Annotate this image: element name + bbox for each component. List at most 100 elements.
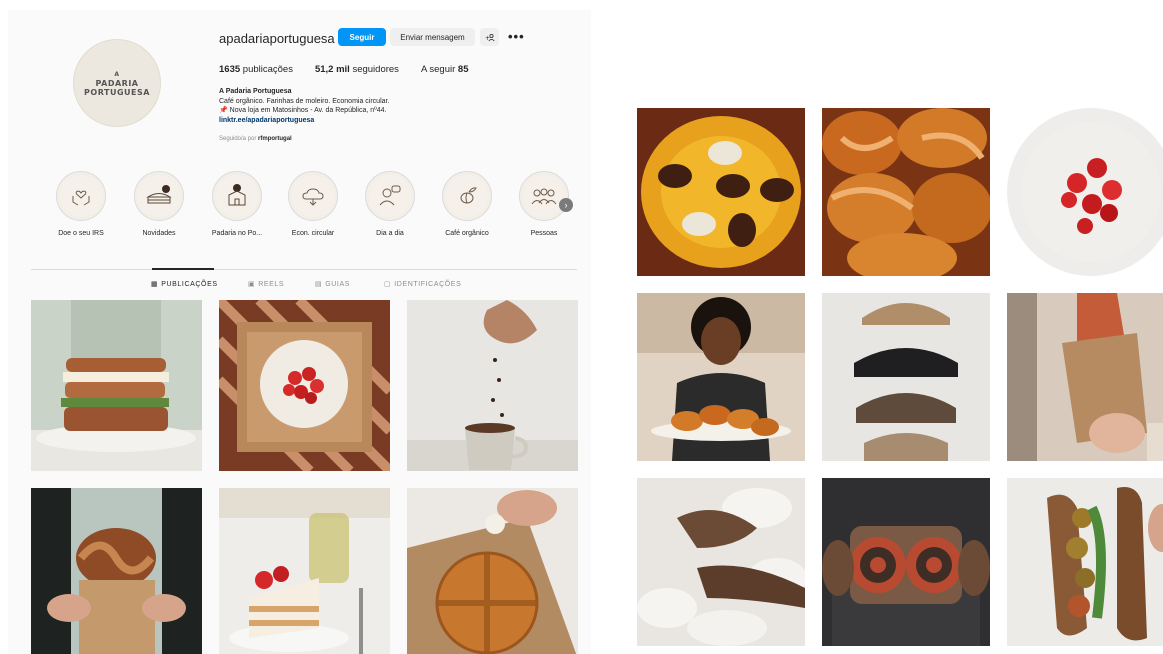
- post-image-twisted-bread: [31, 488, 202, 654]
- post-thumbnail[interactable]: [637, 293, 805, 461]
- highlight-cover: [519, 171, 569, 221]
- post-image-egg-nest: [637, 108, 805, 276]
- followed-by-prefix: Seguido/a por: [219, 136, 259, 142]
- heart-hands-icon: [72, 190, 90, 206]
- highlight-cafe-organico[interactable]: Café orgânico: [432, 171, 502, 237]
- post-thumbnail[interactable]: [822, 108, 990, 276]
- profile-avatar[interactable]: A PADARIA PORTUGUESA: [73, 39, 161, 127]
- highlight-cover: [442, 171, 492, 221]
- avatar-text-line1: A: [114, 70, 120, 78]
- post-image-strawberry-tart: [1007, 108, 1163, 276]
- people-icon: [531, 188, 557, 205]
- person-chat-icon: [379, 185, 401, 206]
- post-thumbnail[interactable]: [219, 488, 390, 654]
- suggest-accounts-button[interactable]: +: [480, 28, 499, 46]
- more-options-button[interactable]: •••: [508, 29, 525, 44]
- recycle-cloud-icon: [302, 188, 324, 206]
- tab-publicacoes[interactable]: ▦ PUBLICAÇÕES: [151, 280, 218, 289]
- reels-icon: ▣: [248, 281, 256, 288]
- tabs-divider: [31, 269, 577, 270]
- posts-stat[interactable]: 1635 publicações: [219, 64, 293, 75]
- post-image-strawberry-cake-box: [219, 300, 390, 471]
- highlight-dia-a-dia[interactable]: Dia a dia: [355, 171, 425, 237]
- post-thumbnail[interactable]: [637, 108, 805, 276]
- bio-name: A Padaria Portuguesa: [219, 88, 292, 95]
- following-count: 85: [457, 64, 469, 75]
- follow-button[interactable]: Seguir: [338, 28, 386, 46]
- followers-label: seguidores: [349, 64, 399, 75]
- post-image-bread-in-bag: [1007, 293, 1163, 461]
- highlight-label: Dia a dia: [376, 230, 404, 237]
- profile-stats: 1635 publicações 51,2 mil seguidores A s…: [219, 64, 490, 75]
- highlight-cover: [56, 171, 106, 221]
- tab-label: PUBLICAÇÕES: [161, 280, 218, 288]
- post-thumbnail[interactable]: [219, 300, 390, 471]
- post-image-bread-slices: [822, 293, 990, 461]
- tab-guias[interactable]: ▤ GUIAS: [315, 280, 351, 289]
- post-image-swirl-loaf: [822, 478, 990, 646]
- post-thumbnail[interactable]: [1007, 478, 1163, 646]
- post-image-falafel-sandwich: [1007, 478, 1163, 646]
- highlight-novidades[interactable]: Novidades: [124, 171, 194, 237]
- following-label: A seguir: [420, 64, 458, 75]
- tab-identificacoes[interactable]: ▢ IDENTIFICAÇÕES: [384, 280, 462, 289]
- post-thumbnail[interactable]: [407, 300, 578, 471]
- post-thumbnail[interactable]: [637, 478, 805, 646]
- post-image-glazed-buns: [822, 108, 990, 276]
- profile-bio: A Padaria Portuguesa Café orgânico. Fari…: [219, 87, 479, 125]
- following-stat[interactable]: A seguir 85: [421, 64, 469, 75]
- post-thumbnail[interactable]: [822, 478, 990, 646]
- post-thumbnail[interactable]: [822, 293, 990, 461]
- posts-count: 1635: [219, 64, 241, 75]
- highlight-label: Pessoas: [530, 230, 558, 237]
- highlight-label: Café orgânico: [445, 230, 489, 237]
- highlight-padaria-porto[interactable]: Padaria no Po...: [202, 171, 272, 237]
- guides-icon: ▤: [315, 281, 323, 288]
- post-image-kneading-dough: [637, 478, 805, 646]
- post-image-coffee-pour: [407, 300, 578, 471]
- highlight-doe-irs[interactable]: Doe o seu IRS: [46, 171, 116, 237]
- followers-count: 51,2 mil: [314, 64, 350, 75]
- post-thumbnail[interactable]: [1007, 108, 1163, 276]
- highlight-label: Novidades: [142, 230, 176, 237]
- tab-label: REELS: [258, 280, 285, 288]
- tagged-icon: ▢: [384, 281, 392, 288]
- highlight-cover: [288, 171, 338, 221]
- followed-by: Seguido/a por rfmportugal: [219, 136, 292, 142]
- bio-line-1: Café orgânico. Farinhas de moleiro. Econ…: [219, 97, 390, 105]
- profile-username: apadariaportuguesa: [219, 31, 335, 46]
- active-tab-indicator: [152, 268, 214, 270]
- instagram-profile-panel: A PADARIA PORTUGUESA apadariaportuguesa …: [8, 10, 591, 654]
- coffee-beans-icon: [460, 187, 477, 204]
- tab-reels[interactable]: ▣ REELS: [248, 280, 285, 289]
- bio-line-2: 📌 Nova loja em Matosinhos - Av. da Repúb…: [219, 107, 387, 114]
- highlight-label: Doe o seu IRS: [58, 230, 104, 237]
- tab-label: IDENTIFICAÇÕES: [394, 280, 462, 288]
- followed-by-user[interactable]: rfmportugal: [258, 136, 292, 142]
- post-image-round-bread: [407, 488, 578, 654]
- highlight-econ-circular[interactable]: Econ. circular: [278, 171, 348, 237]
- highlight-label: Padaria no Po...: [211, 230, 263, 237]
- post-thumbnail[interactable]: [1007, 293, 1163, 461]
- highlight-cover: [212, 171, 262, 221]
- post-image-baker-with-buns: [637, 293, 805, 461]
- post-image-cake-slice: [219, 488, 390, 654]
- highlight-cover: [365, 171, 415, 221]
- sandwich-icon: [146, 185, 172, 204]
- store-icon: [228, 184, 246, 206]
- chevron-right-icon: ›: [564, 200, 568, 210]
- avatar-text-line2: PADARIA: [95, 78, 139, 88]
- highlight-label: Econ. circular: [291, 230, 335, 237]
- post-thumbnail[interactable]: [31, 300, 202, 471]
- posts-label: publicações: [240, 64, 293, 75]
- highlights-next-button[interactable]: ›: [559, 198, 573, 212]
- post-thumbnail[interactable]: [31, 488, 202, 654]
- add-person-icon: +: [485, 33, 495, 42]
- bio-link[interactable]: linktr.ee/apadariaportuguesa: [219, 116, 479, 126]
- grid-icon: ▦: [151, 281, 159, 288]
- post-image-sandwich: [31, 300, 202, 471]
- post-thumbnail[interactable]: [407, 488, 578, 654]
- followers-stat[interactable]: 51,2 mil seguidores: [315, 64, 399, 75]
- send-message-button[interactable]: Enviar mensagem: [390, 28, 475, 46]
- tab-label: GUIAS: [325, 280, 351, 288]
